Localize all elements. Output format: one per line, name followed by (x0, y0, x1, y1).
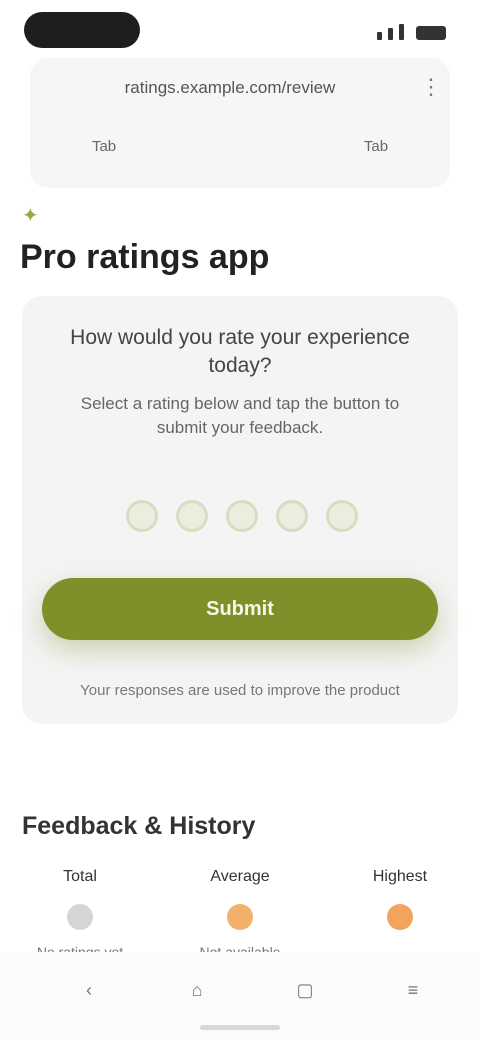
browser-tab-2[interactable] (220, 138, 260, 155)
battery-icon (416, 26, 446, 40)
browser-tabs: Tab Tab (30, 138, 450, 155)
rating-option-4[interactable] (276, 500, 308, 532)
status-icon (67, 904, 93, 930)
survey-hint: Select a rating below and tap the button… (80, 394, 400, 437)
status-icon (387, 904, 413, 930)
feedback-stats: Total No ratings yet Average Not availab… (20, 868, 460, 960)
rating-option-1[interactable] (126, 500, 158, 532)
browser-chrome: ratings.example.com/review ⋮ Tab Tab (30, 58, 450, 188)
survey-question: How would you rate your experience today… (70, 326, 410, 378)
time-pill (24, 12, 140, 48)
survey-card: How would you rate your experience today… (22, 296, 458, 724)
address-bar[interactable]: ratings.example.com/review (90, 76, 370, 100)
stat-average: Average Not available (180, 868, 300, 960)
stat-highest: Highest (340, 868, 460, 960)
browser-tab-1[interactable]: Tab (72, 138, 136, 155)
back-icon[interactable]: ‹ (72, 980, 106, 1004)
leaf-icon: ✦ (22, 205, 39, 227)
rating-option-2[interactable] (176, 500, 208, 532)
url-text: ratings.example.com/review (124, 78, 336, 97)
page-title: Pro ratings app (20, 238, 270, 276)
home-indicator (200, 1025, 280, 1030)
stat-average-label: Average (210, 868, 270, 885)
status-bar (0, 0, 480, 60)
bottom-navigation: ‹ ⌂ ▢ ≡ (0, 952, 480, 1040)
rating-selector (126, 500, 358, 532)
stat-total: Total No ratings yet (20, 868, 140, 960)
status-icons (377, 24, 446, 40)
status-icon (227, 904, 253, 930)
submit-button[interactable]: Submit (42, 578, 438, 640)
survey-footnote: Your responses are used to improve the p… (80, 682, 400, 699)
rating-option-5[interactable] (326, 500, 358, 532)
stat-total-label: Total (63, 868, 97, 885)
more-icon[interactable]: ⋮ (420, 74, 442, 100)
rating-option-3[interactable] (226, 500, 258, 532)
browser-tab-3[interactable]: Tab (344, 138, 408, 155)
wifi-icon (399, 24, 404, 40)
tabs-icon[interactable]: ▢ (288, 980, 322, 1004)
signal-bar-icon (388, 28, 393, 40)
home-icon[interactable]: ⌂ (180, 980, 214, 1004)
stat-highest-label: Highest (372, 868, 428, 885)
feedback-section-title: Feedback & History (22, 812, 256, 840)
menu-icon[interactable]: ≡ (396, 980, 430, 1004)
signal-icon (377, 32, 382, 40)
